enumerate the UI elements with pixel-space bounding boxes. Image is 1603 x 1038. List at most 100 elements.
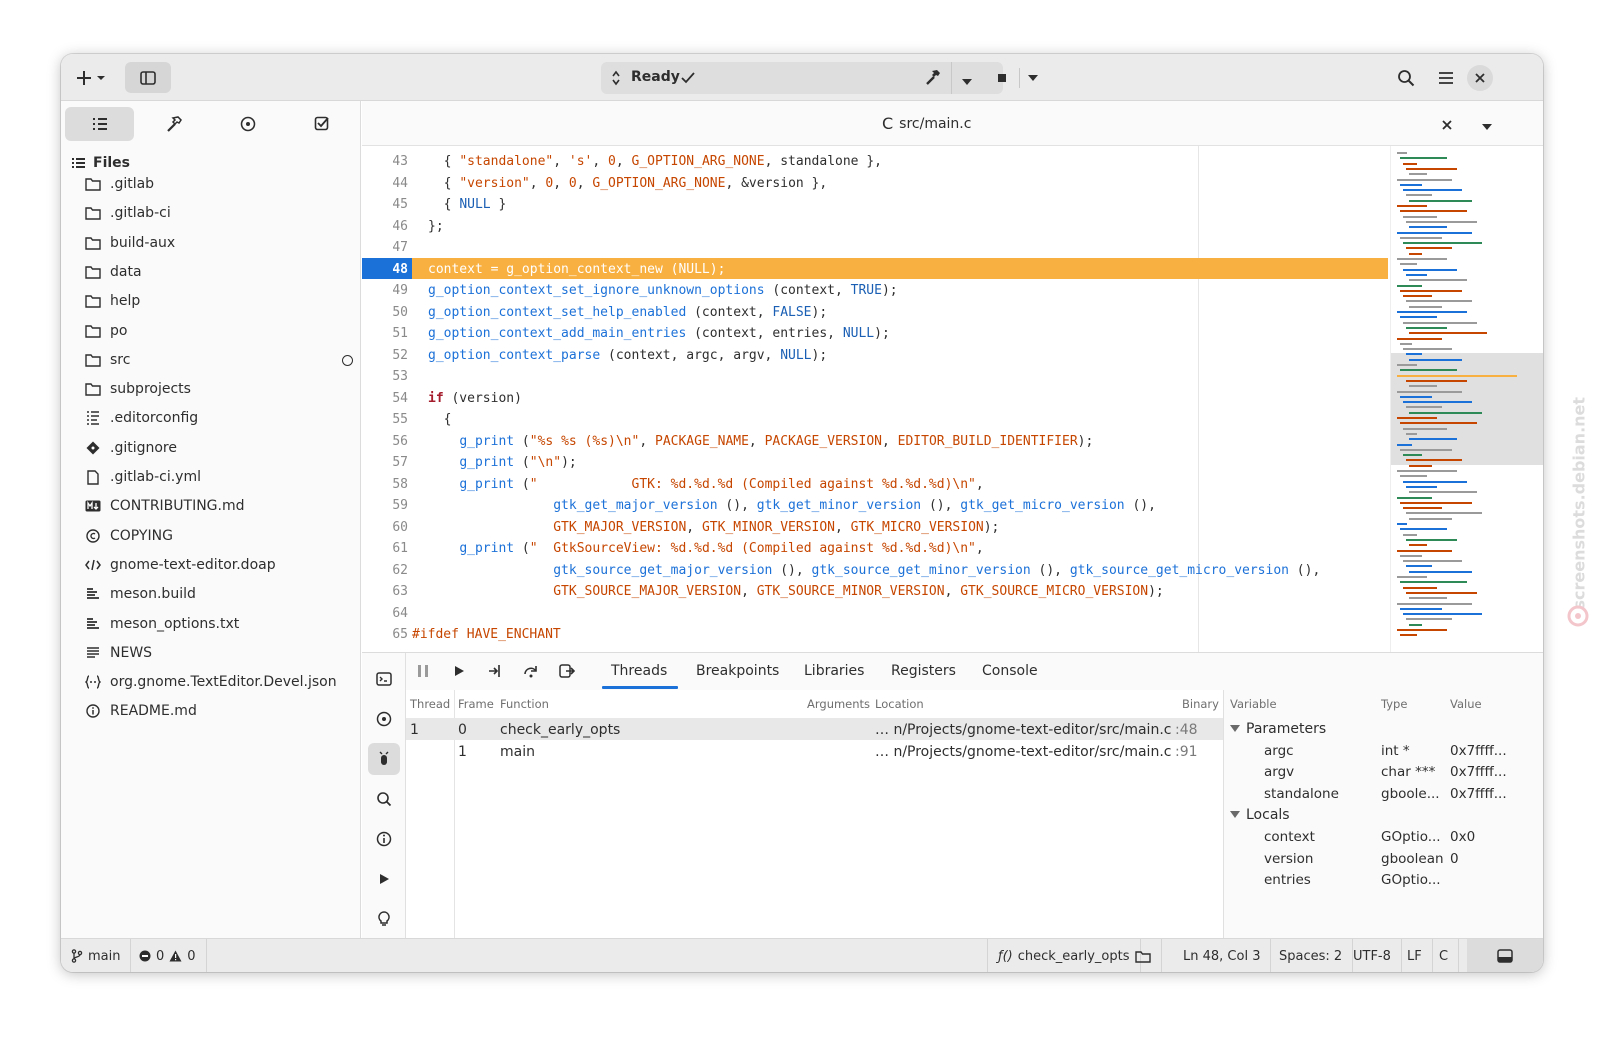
close-tab-button[interactable]: [1442, 115, 1452, 134]
error-icon: [139, 950, 151, 962]
toggle-panel-button[interactable]: [1467, 939, 1543, 972]
window-close-button[interactable]: [1467, 65, 1493, 91]
file-tree-item[interactable]: NEWS: [85, 639, 355, 667]
terminal-page-button[interactable]: [368, 663, 400, 695]
minimap[interactable]: [1390, 146, 1543, 652]
column-header-type[interactable]: Type: [1381, 697, 1407, 711]
step-in-button[interactable]: [484, 661, 506, 681]
tab-menu-button[interactable]: [1481, 117, 1493, 136]
file-tree-item[interactable]: meson.build: [85, 580, 355, 608]
column-header-variable[interactable]: Variable: [1230, 697, 1277, 711]
search-page-button[interactable]: [368, 783, 400, 815]
code-line[interactable]: g_option_context_parse (context, argc, a…: [428, 348, 827, 363]
code-line[interactable]: GTK_SOURCE_MAJOR_VERSION, GTK_SOURCE_MIN…: [428, 584, 1164, 599]
table-row[interactable]: 1 0 check_early_opts … n/Projects/gnome-tex…: [406, 722, 1223, 742]
build-menu-button[interactable]: [961, 72, 973, 91]
step-out-button[interactable]: [556, 661, 578, 681]
file-tree-item[interactable]: subprojects: [85, 375, 355, 403]
new-document-button[interactable]: [71, 62, 111, 93]
main-menu-button[interactable]: [1429, 62, 1463, 93]
diagnostics-indicator[interactable]: 0 0: [129, 939, 207, 972]
continue-button[interactable]: [448, 661, 470, 681]
code-line[interactable]: GTK_MAJOR_VERSION, GTK_MINOR_VERSION, GT…: [428, 520, 999, 535]
file-tree-item[interactable]: .gitignore: [85, 434, 355, 462]
tab-symbols[interactable]: [213, 107, 282, 141]
diagnostics-page-button[interactable]: [368, 703, 400, 735]
run-page-button[interactable]: [368, 863, 400, 895]
stop-button[interactable]: [991, 62, 1013, 93]
code-line[interactable]: { "standalone", 's', 0, G_OPTION_ARG_NON…: [428, 154, 882, 169]
code-line[interactable]: g_print (" GTK: %d.%d.%d (Compiled again…: [428, 477, 983, 492]
file-tree-item[interactable]: help: [85, 287, 355, 315]
file-tree-item[interactable]: .gitlab-ci: [85, 199, 355, 227]
search-button[interactable]: [1389, 62, 1423, 93]
file-tree-item[interactable]: .editorconfig: [85, 404, 355, 432]
branch-name: main: [88, 948, 121, 964]
hints-page-button[interactable]: [368, 903, 400, 935]
variable-group[interactable]: Parameters: [1230, 721, 1326, 737]
code-line[interactable]: { NULL }: [428, 197, 507, 212]
info-page-button[interactable]: [368, 823, 400, 855]
file-tree-item[interactable]: CONTRIBUTING.md: [85, 492, 355, 520]
file-tree-item[interactable]: COPYING: [85, 522, 355, 550]
file-tree-item[interactable]: README.md: [85, 697, 355, 725]
code-line[interactable]: g_option_context_set_help_enabled (conte…: [428, 305, 827, 320]
file-tree-item[interactable]: gnome-text-editor.doap: [85, 551, 355, 579]
code-line[interactable]: {: [428, 412, 452, 427]
file-tree-item[interactable]: po: [85, 317, 355, 345]
step-over-button[interactable]: [520, 661, 542, 681]
code-line[interactable]: };: [428, 219, 444, 234]
column-header-function[interactable]: Function: [500, 697, 549, 711]
column-header-arguments[interactable]: Arguments: [807, 697, 870, 711]
code-line[interactable]: gtk_get_major_version (), gtk_get_minor_…: [428, 498, 1156, 513]
code-line[interactable]: g_option_context_add_main_entries (conte…: [428, 326, 890, 341]
language-indicator[interactable]: C: [1429, 939, 1460, 972]
symbol-indicator[interactable]: ƒ() check_early_opts: [987, 939, 1141, 972]
code-line[interactable]: g_print ("\n");: [428, 455, 576, 470]
pause-button[interactable]: [412, 661, 434, 681]
encoding-indicator[interactable]: UTF-8: [1343, 939, 1402, 972]
column-header-frame[interactable]: Frame: [458, 697, 494, 711]
code-line[interactable]: g_option_context_set_ignore_unknown_opti…: [428, 283, 898, 298]
omni-bar[interactable]: Ready: [601, 62, 1003, 94]
table-row[interactable]: 1 main … n/Projects/gnome-text-editor/src/…: [406, 744, 1223, 764]
file-tree-item[interactable]: data: [85, 258, 355, 286]
open-folder-button[interactable]: [1125, 939, 1162, 972]
file-tree-item[interactable]: src: [85, 346, 355, 374]
tab-build[interactable]: [139, 107, 208, 141]
code-line[interactable]: g_print (" GtkSourceView: %d.%d.%d (Comp…: [428, 541, 983, 556]
toggle-sidebar-button[interactable]: [125, 62, 171, 93]
code-line[interactable]: g_print ("%s %s (%s)\n", PACKAGE_NAME, P…: [428, 434, 1093, 449]
tab-main-c[interactable]: C src/main.c: [882, 114, 971, 133]
tab-registers[interactable]: Registers: [891, 663, 956, 679]
indentation-indicator[interactable]: Spaces: 2: [1269, 939, 1354, 972]
code-line[interactable]: gtk_source_get_major_version (), gtk_sou…: [428, 563, 1320, 578]
code-line[interactable]: #ifdef HAVE_ENCHANT: [412, 627, 561, 642]
tab-todo[interactable]: [287, 107, 356, 141]
code-line[interactable]: { "version", 0, 0, G_OPTION_ARG_NONE, &v…: [428, 176, 828, 191]
variable-group[interactable]: Locals: [1230, 807, 1290, 823]
cursor-position[interactable]: Ln 48, Col 3: [1171, 939, 1272, 972]
tab-console[interactable]: Console: [982, 663, 1038, 679]
line-ending-indicator[interactable]: LF: [1397, 939, 1433, 972]
column-header-thread[interactable]: Thread: [410, 697, 450, 711]
tab-libraries[interactable]: Libraries: [804, 663, 864, 679]
column-header-binary[interactable]: Binary: [1182, 697, 1219, 711]
run-menu-button[interactable]: [1021, 62, 1045, 93]
file-tree-item[interactable]: meson_options.txt: [85, 610, 355, 638]
source-view[interactable]: 43 { "standalone", 's', 0, G_OPTION_ARG_…: [362, 146, 1543, 652]
debugger-page-button[interactable]: [368, 743, 400, 775]
build-button[interactable]: [924, 68, 946, 88]
file-tree-item[interactable]: .gitlab-ci.yml: [85, 463, 355, 491]
tab-breakpoints[interactable]: Breakpoints: [696, 663, 779, 679]
tab-files[interactable]: [65, 107, 134, 141]
code-line[interactable]: context = g_option_context_new (NULL);: [428, 262, 725, 277]
tab-threads[interactable]: Threads: [611, 663, 667, 679]
column-header-value[interactable]: Value: [1450, 697, 1482, 711]
file-tree-item[interactable]: org.gnome.TextEditor.Devel.json: [85, 668, 355, 696]
file-tree-item[interactable]: .gitlab: [85, 170, 355, 198]
file-tree-item[interactable]: build-aux: [85, 229, 355, 257]
branch-indicator[interactable]: main: [61, 939, 132, 972]
column-header-location[interactable]: Location: [875, 697, 924, 711]
code-line[interactable]: if (version): [428, 391, 522, 406]
